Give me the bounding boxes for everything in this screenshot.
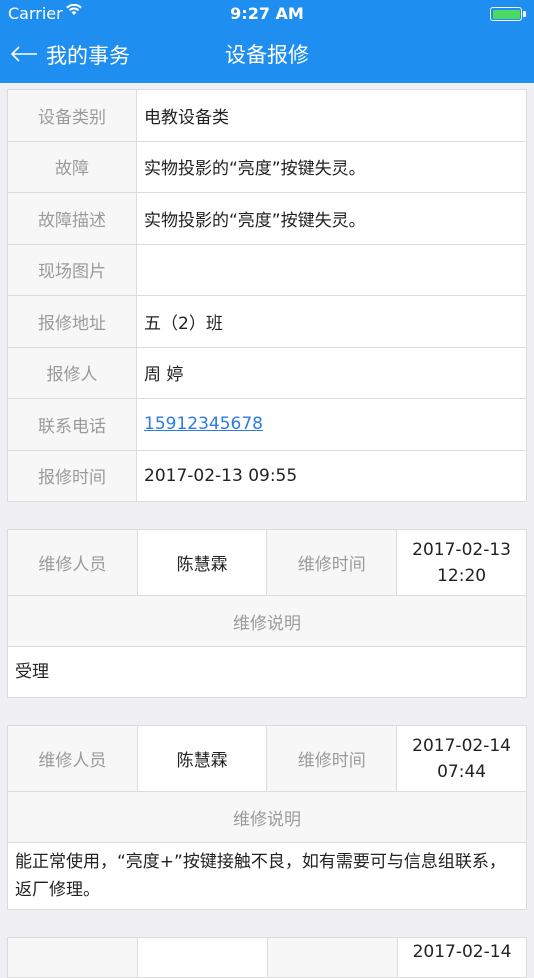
info-row-report-time: 报修时间 2017-02-13 09:55 xyxy=(7,449,527,502)
info-label: 现场图片 xyxy=(7,243,137,296)
info-label: 报修时间 xyxy=(7,449,137,502)
info-row-reporter: 报修人 周 婷 xyxy=(7,346,527,399)
info-label: 报修人 xyxy=(7,346,137,399)
status-bar: Carrier 9:27 AM xyxy=(0,0,534,28)
repair-date: 2017-02-14 xyxy=(412,735,511,756)
info-value: 实物投影的“亮度”按键失灵。 xyxy=(136,192,527,245)
repair-time-value: 2017-02-14 07:44 xyxy=(396,725,527,792)
info-value: 五（2）班 xyxy=(136,295,527,348)
repair-date: 2017-02-14 xyxy=(397,937,527,978)
repair-time-label-cell xyxy=(267,937,398,978)
repair-note-label: 维修说明 xyxy=(7,595,527,647)
nav-bar: 我的事务 设备报修 xyxy=(0,28,534,83)
repair-time-value: 2017-02-13 12:20 xyxy=(396,529,527,596)
info-row-photos: 现场图片 xyxy=(7,243,527,296)
battery-icon xyxy=(490,7,526,21)
repair-record-header: 维修人员 陈慧霖 维修时间 2017-02-13 12:20 xyxy=(7,529,527,596)
repair-note-label: 维修说明 xyxy=(7,791,527,843)
info-label: 报修地址 xyxy=(7,295,137,348)
repairer-label-cell xyxy=(7,937,138,978)
info-row-category: 设备类别 电教设备类 xyxy=(7,89,527,142)
info-value: 电教设备类 xyxy=(136,89,527,142)
repair-note: 能正常使用，“亮度+”按键接触不良，如有需要可与信息组联系，返厂修理。 xyxy=(7,842,527,910)
info-row-fault: 故障 实物投影的“亮度”按键失灵。 xyxy=(7,140,527,193)
repairer-name: 陈慧霖 xyxy=(136,529,268,596)
info-table: 设备类别 电教设备类 故障 实物投影的“亮度”按键失灵。 故障描述 实物投影的“… xyxy=(7,89,527,502)
repairer-name-cell xyxy=(137,937,268,978)
repair-date: 2017-02-13 xyxy=(412,539,511,560)
repair-detail: 设备类别 电教设备类 故障 实物投影的“亮度”按键失灵。 故障描述 实物投影的“… xyxy=(7,89,527,978)
phone-link[interactable]: 15912345678 xyxy=(144,414,263,434)
repairer-label: 维修人员 xyxy=(7,529,138,596)
info-row-address: 报修地址 五（2）班 xyxy=(7,295,527,348)
photo-area[interactable] xyxy=(136,243,527,296)
page-title: 设备报修 xyxy=(225,43,309,67)
info-value: 2017-02-13 09:55 xyxy=(136,449,527,502)
repair-time-label: 维修时间 xyxy=(266,725,398,792)
repair-time-label: 维修时间 xyxy=(266,529,398,596)
repairer-name: 陈慧霖 xyxy=(136,725,268,792)
info-label: 设备类别 xyxy=(7,89,137,142)
repair-note: 受理 xyxy=(7,646,527,698)
info-label: 故障描述 xyxy=(7,192,137,245)
repair-clock: 12:20 xyxy=(437,565,487,586)
info-value: 实物投影的“亮度”按键失灵。 xyxy=(136,140,527,193)
repair-clock: 07:44 xyxy=(437,761,487,782)
info-label: 故障 xyxy=(7,140,137,193)
repair-record: 维修人员 陈慧霖 维修时间 2017-02-14 07:44 维修说明 能正常使… xyxy=(7,725,527,910)
info-row-phone: 联系电话 15912345678 xyxy=(7,398,527,451)
info-value: 周 婷 xyxy=(136,346,527,399)
info-label: 联系电话 xyxy=(7,398,137,451)
repair-record: 维修人员 陈慧霖 维修时间 2017-02-13 12:20 维修说明 受理 xyxy=(7,529,527,698)
repairer-label: 维修人员 xyxy=(7,725,138,792)
status-time: 9:27 AM xyxy=(230,4,304,23)
repair-record-partial: 2017-02-14 xyxy=(7,937,527,978)
info-row-description: 故障描述 实物投影的“亮度”按键失灵。 xyxy=(7,192,527,245)
info-value: 15912345678 xyxy=(136,398,527,451)
repair-record-header: 维修人员 陈慧霖 维修时间 2017-02-14 07:44 xyxy=(7,725,527,792)
